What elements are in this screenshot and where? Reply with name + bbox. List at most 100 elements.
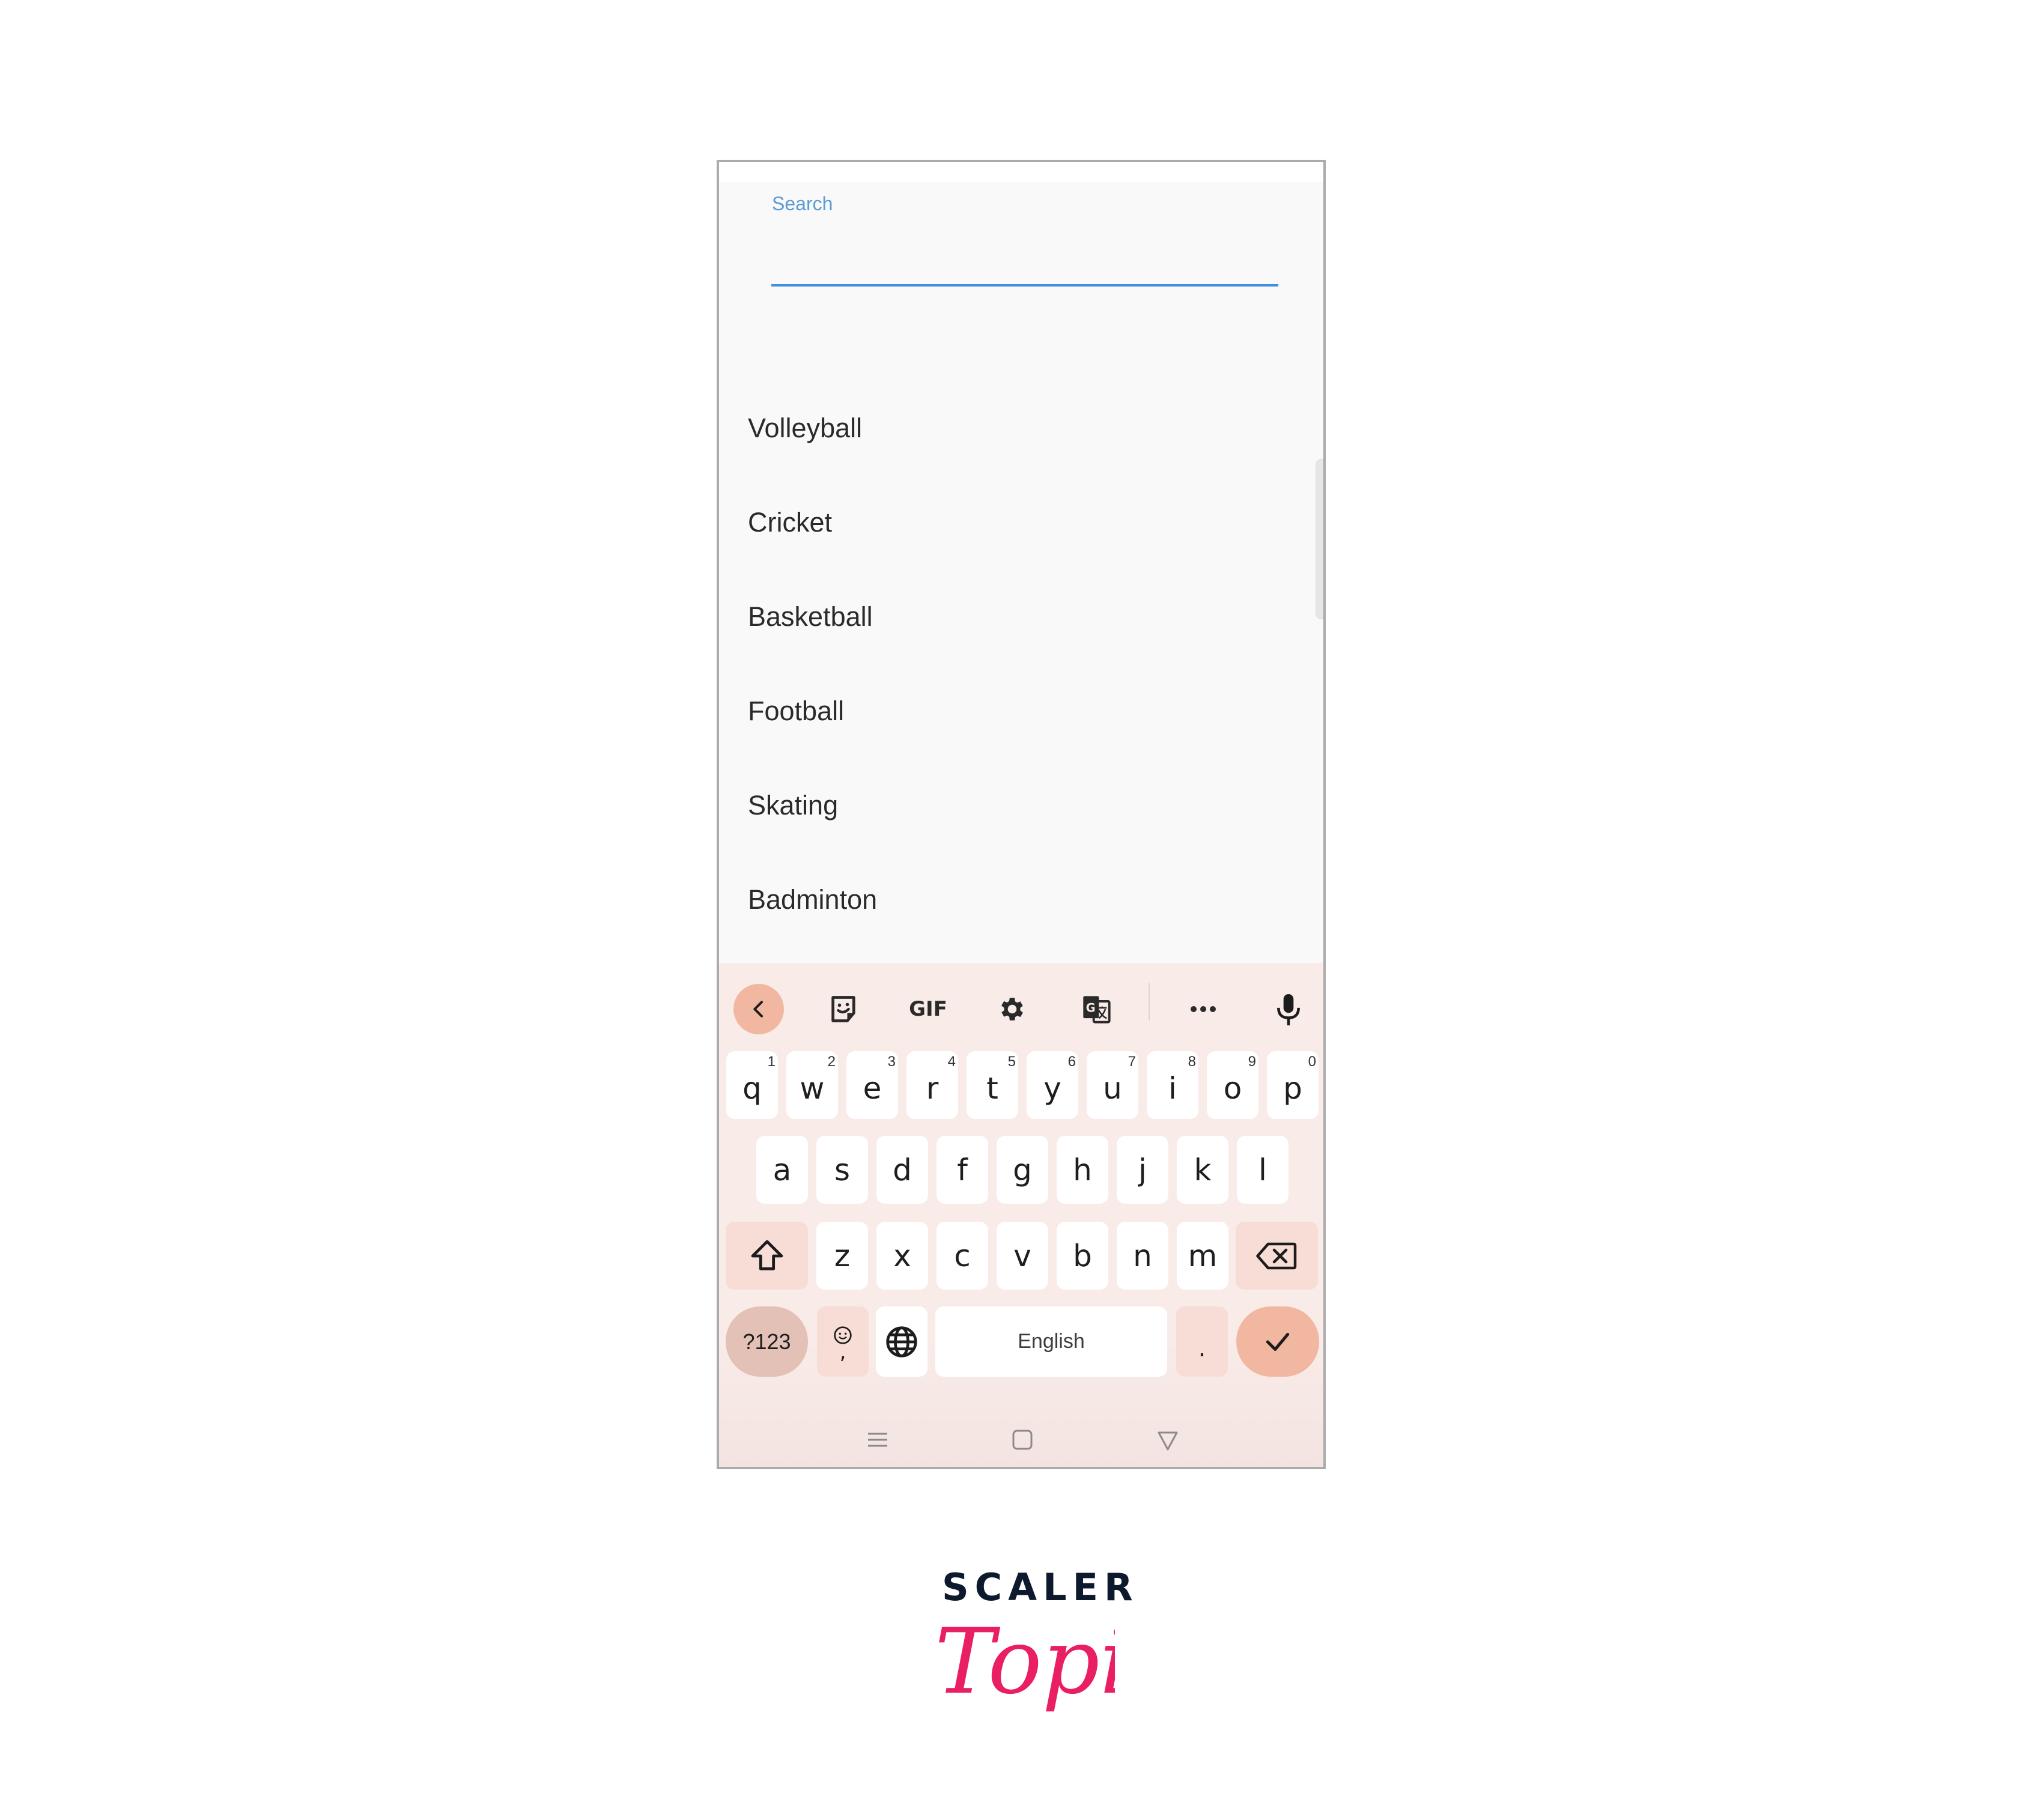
settings-button[interactable] [987, 984, 1037, 1034]
key-t[interactable]: 5t [967, 1051, 1018, 1119]
translate-icon: G [1083, 996, 1111, 1024]
key-hint: 2 [827, 1054, 836, 1070]
emoji-comma-key[interactable]: , [817, 1306, 869, 1377]
key-w[interactable]: 2w [786, 1051, 838, 1119]
key-p[interactable]: 0p [1267, 1051, 1319, 1119]
key-label: y [1043, 1070, 1061, 1106]
key-label: a [773, 1152, 792, 1188]
key-o[interactable]: 9o [1207, 1051, 1258, 1119]
key-h[interactable]: h [1057, 1136, 1108, 1204]
more-button[interactable] [1178, 984, 1228, 1034]
list-item[interactable]: Skating [748, 787, 838, 882]
key-m[interactable]: m [1177, 1222, 1228, 1290]
key-hint: 3 [887, 1054, 896, 1070]
key-hint: 9 [1248, 1054, 1256, 1070]
app-content: Search Volleyball Cricket Basketball Foo… [719, 182, 1323, 965]
list-item[interactable]: Cricket [748, 505, 832, 599]
gif-button[interactable]: GIF [903, 984, 953, 1034]
key-s[interactable]: s [816, 1136, 868, 1204]
translate-button[interactable]: G [1071, 984, 1122, 1034]
key-l[interactable]: l [1237, 1136, 1289, 1204]
backspace-key[interactable] [1236, 1222, 1318, 1290]
key-label: o [1223, 1070, 1242, 1106]
period-label: . [1198, 1335, 1206, 1362]
back-button[interactable] [1156, 1429, 1179, 1455]
logo-topics-script: Topics [935, 1610, 1115, 1714]
key-hint: 4 [947, 1054, 956, 1070]
home-button[interactable] [1012, 1429, 1033, 1454]
logo-scaler-text: SCALER [942, 1565, 1139, 1609]
key-v[interactable]: v [997, 1222, 1048, 1290]
key-g[interactable]: g [997, 1136, 1048, 1204]
key-label: u [1103, 1070, 1122, 1106]
key-label: d [893, 1152, 912, 1188]
key-q[interactable]: 1q [726, 1051, 778, 1119]
enter-key[interactable] [1236, 1306, 1319, 1377]
list-item[interactable]: Football [748, 693, 844, 787]
key-label: x [893, 1238, 911, 1273]
key-label: r [926, 1070, 939, 1106]
voice-input-button[interactable] [1263, 984, 1314, 1034]
key-hint: 5 [1007, 1054, 1016, 1070]
on-screen-keyboard: GIF G 1q 2w 3e 4r 5t 6y 7u 8i 9o 0 p a s… [719, 963, 1323, 1467]
phone-screen: Search Volleyball Cricket Basketball Foo… [717, 160, 1326, 1469]
key-label: b [1073, 1238, 1092, 1273]
key-y[interactable]: 6y [1027, 1051, 1078, 1119]
toolbar-divider [1149, 983, 1150, 1021]
key-n[interactable]: n [1117, 1222, 1168, 1290]
key-label: h [1073, 1152, 1092, 1188]
key-label: c [954, 1238, 971, 1273]
symbols-key[interactable]: ?123 [726, 1306, 808, 1377]
key-d[interactable]: d [876, 1136, 928, 1204]
sticker-button[interactable] [818, 984, 869, 1034]
key-label: k [1194, 1152, 1212, 1188]
key-u[interactable]: 7u [1087, 1051, 1138, 1119]
scrollbar[interactable] [1316, 459, 1323, 619]
recents-icon [868, 1433, 887, 1447]
key-e[interactable]: 3e [846, 1051, 898, 1119]
key-label: m [1188, 1238, 1218, 1273]
chevron-left-icon [753, 1001, 763, 1018]
key-label: j [1138, 1152, 1147, 1188]
period-key[interactable]: . [1176, 1306, 1228, 1377]
search-input[interactable] [771, 248, 1278, 287]
key-i[interactable]: 8i [1147, 1051, 1198, 1119]
shift-key[interactable] [726, 1222, 808, 1290]
list-item[interactable]: Badminton [748, 882, 877, 976]
shift-icon [751, 1240, 783, 1270]
space-key[interactable]: English [935, 1306, 1167, 1377]
microphone-icon [1277, 994, 1300, 1026]
key-label: q [742, 1070, 762, 1106]
backspace-icon [1255, 1242, 1296, 1269]
recents-button[interactable] [867, 1429, 888, 1454]
list-item[interactable]: Basketball [748, 599, 873, 693]
globe-icon [886, 1326, 917, 1357]
key-hint: 6 [1067, 1054, 1076, 1070]
gear-icon [1001, 998, 1023, 1021]
key-a[interactable]: a [756, 1136, 808, 1204]
key-z[interactable]: z [816, 1222, 868, 1290]
more-horizontal-icon [1191, 1006, 1216, 1012]
key-r[interactable]: 4r [906, 1051, 958, 1119]
key-label: s [834, 1152, 851, 1188]
svg-text:G: G [1086, 1001, 1096, 1015]
key-label: v [1013, 1238, 1031, 1273]
comma-label: , [839, 1339, 846, 1364]
key-label: g [1013, 1152, 1032, 1188]
checkmark-icon [1266, 1332, 1290, 1351]
keyboard-back-button[interactable] [733, 984, 784, 1034]
key-x[interactable]: x [876, 1222, 928, 1290]
key-k[interactable]: k [1177, 1136, 1228, 1204]
key-label: n [1133, 1238, 1152, 1273]
key-hint: 8 [1188, 1054, 1196, 1070]
key-b[interactable]: b [1057, 1222, 1108, 1290]
key-f[interactable]: f [937, 1136, 988, 1204]
list-item[interactable]: Volleyball [748, 410, 862, 505]
key-c[interactable]: c [937, 1222, 988, 1290]
key-j[interactable]: j [1117, 1136, 1168, 1204]
key-label: w [800, 1070, 825, 1106]
key-label: t [986, 1070, 998, 1106]
sticker-icon [831, 996, 855, 1022]
key-hint: 7 [1128, 1054, 1136, 1070]
language-key[interactable] [876, 1306, 927, 1377]
